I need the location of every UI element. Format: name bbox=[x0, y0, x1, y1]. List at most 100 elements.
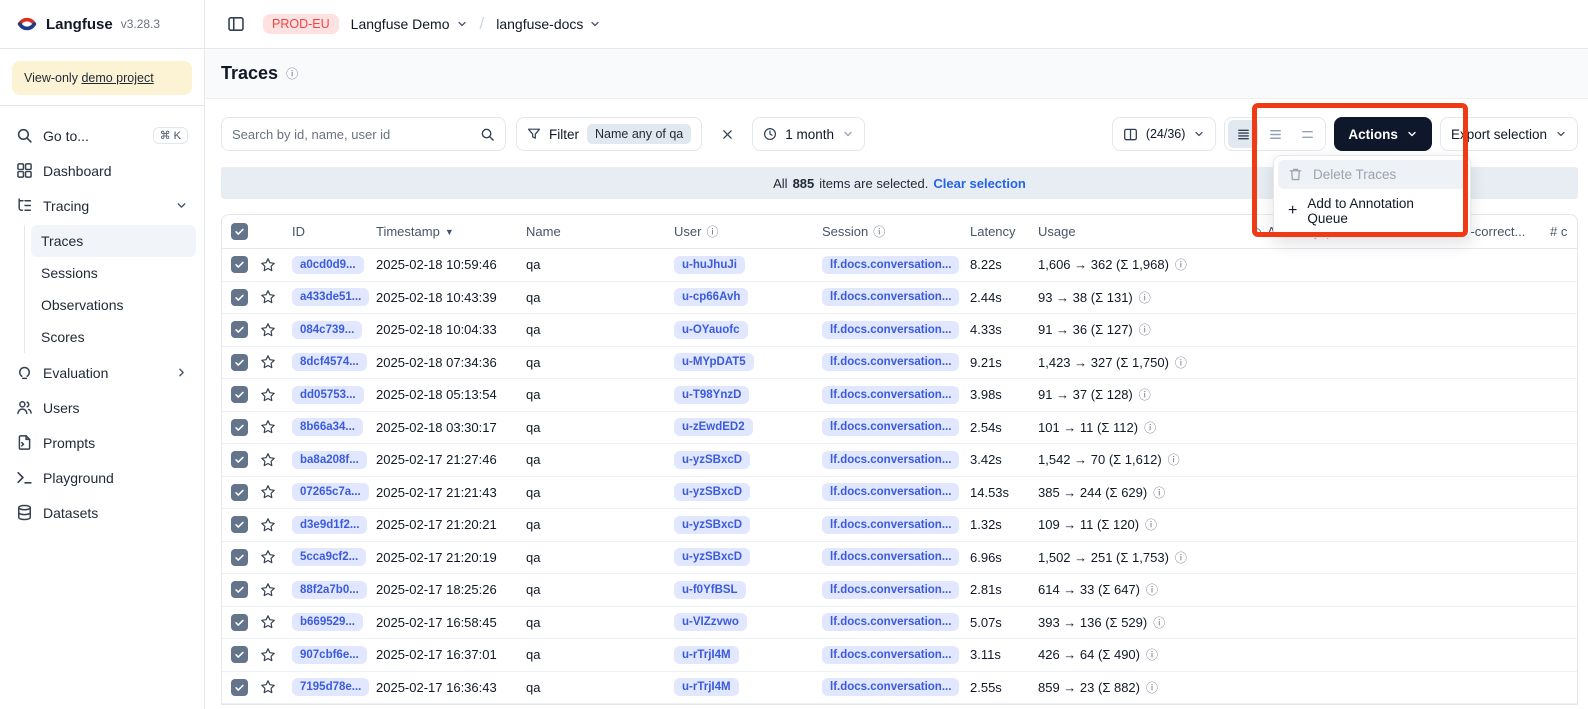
row-checkbox[interactable] bbox=[222, 581, 260, 598]
session-badge[interactable]: lf.docs.conversation... bbox=[822, 288, 959, 306]
sidebar-item-evaluation[interactable]: Evaluation bbox=[8, 355, 196, 390]
menu-item-add-to-annotation-queue[interactable]: + Add to Annotation Queue bbox=[1278, 189, 1466, 233]
user-badge[interactable]: u-f0YfBSL bbox=[674, 581, 746, 599]
row-height-large-button[interactable] bbox=[1292, 120, 1322, 148]
search-icon[interactable] bbox=[480, 127, 495, 142]
user-badge[interactable]: u-cp66Avh bbox=[674, 288, 748, 306]
search-input[interactable] bbox=[232, 127, 462, 142]
header-user[interactable]: User ⓘ bbox=[674, 223, 822, 240]
header-name[interactable]: Name bbox=[526, 224, 674, 239]
row-checkbox[interactable] bbox=[222, 451, 260, 468]
table-row[interactable]: a433de51...2025-02-18 10:43:39qau-cp66Av… bbox=[222, 282, 1577, 315]
trace-id-badge[interactable]: 907cbf6e... bbox=[292, 646, 367, 664]
user-badge[interactable]: u-yzSBxcD bbox=[674, 483, 750, 501]
table-row[interactable]: 8b66a34...2025-02-18 03:30:17qau-zEwdED2… bbox=[222, 412, 1577, 445]
project-selector[interactable]: langfuse-docs bbox=[496, 16, 601, 32]
sidebar-toggle-button[interactable] bbox=[221, 9, 251, 39]
row-checkbox[interactable] bbox=[222, 354, 260, 371]
trace-id-badge[interactable]: 8dcf4574... bbox=[292, 353, 367, 371]
table-row[interactable]: d3e9d1f2...2025-02-17 21:20:21qau-yzSBxc… bbox=[222, 509, 1577, 542]
user-badge[interactable]: u-T98YnzD bbox=[674, 386, 749, 404]
header-session[interactable]: Session ⓘ bbox=[822, 223, 970, 240]
demo-project-link[interactable]: demo project bbox=[81, 71, 153, 85]
sidebar-item-dashboard[interactable]: Dashboard bbox=[8, 153, 196, 188]
table-row[interactable]: 907cbf6e...2025-02-17 16:37:01qau-rTrjI4… bbox=[222, 639, 1577, 672]
org-selector[interactable]: Langfuse Demo bbox=[351, 16, 468, 32]
session-badge[interactable]: lf.docs.conversation... bbox=[822, 256, 959, 274]
user-badge[interactable]: u-yzSBxcD bbox=[674, 516, 750, 534]
header-id[interactable]: ID bbox=[292, 224, 376, 239]
table-row[interactable]: 084c739...2025-02-18 10:04:33qau-OYauofc… bbox=[222, 314, 1577, 347]
table-row[interactable]: a0cd0d9...2025-02-18 10:59:46qau-huJhuJi… bbox=[222, 249, 1577, 282]
sidebar-item-datasets[interactable]: Datasets bbox=[8, 495, 196, 530]
session-badge[interactable]: lf.docs.conversation... bbox=[822, 451, 959, 469]
bookmark-star-button[interactable] bbox=[260, 257, 292, 273]
trace-id-badge[interactable]: 88f2a7b0... bbox=[292, 581, 367, 599]
timerange-selector[interactable]: 1 month bbox=[752, 117, 865, 151]
header-usage[interactable]: Usage bbox=[1038, 224, 1252, 239]
user-badge[interactable]: u-VIZzvwo bbox=[674, 613, 747, 631]
session-badge[interactable]: lf.docs.conversation... bbox=[822, 646, 959, 664]
bookmark-star-button[interactable] bbox=[260, 452, 292, 468]
row-height-small-button[interactable] bbox=[1228, 120, 1258, 148]
row-checkbox[interactable] bbox=[222, 419, 260, 436]
session-badge[interactable]: lf.docs.conversation... bbox=[822, 353, 959, 371]
bookmark-star-button[interactable] bbox=[260, 517, 292, 533]
bookmark-star-button[interactable] bbox=[260, 549, 292, 565]
bookmark-star-button[interactable] bbox=[260, 419, 292, 435]
header-latency[interactable]: Latency bbox=[970, 224, 1038, 239]
row-checkbox[interactable] bbox=[222, 646, 260, 663]
user-badge[interactable]: u-rTrjI4M bbox=[674, 646, 739, 664]
session-badge[interactable]: lf.docs.conversation... bbox=[822, 321, 959, 339]
user-badge[interactable]: u-rTrjI4M bbox=[674, 678, 739, 696]
table-row[interactable]: 7195d78e...2025-02-17 16:36:43qau-rTrjI4… bbox=[222, 672, 1577, 705]
trace-id-badge[interactable]: dd05753... bbox=[292, 386, 364, 404]
bookmark-star-button[interactable] bbox=[260, 582, 292, 598]
header-truncated-column[interactable]: # c bbox=[1550, 224, 1577, 239]
sidebar-item-playground[interactable]: Playground bbox=[8, 460, 196, 495]
trace-id-badge[interactable]: b669529... bbox=[292, 613, 363, 631]
trace-id-badge[interactable]: 7195d78e... bbox=[292, 678, 369, 696]
session-badge[interactable]: lf.docs.conversation... bbox=[822, 581, 959, 599]
clear-selection-link[interactable]: Clear selection bbox=[933, 176, 1026, 191]
trace-id-badge[interactable]: 07265c7a... bbox=[292, 483, 369, 501]
row-checkbox[interactable] bbox=[222, 614, 260, 631]
trace-id-badge[interactable]: 8b66a34... bbox=[292, 418, 363, 436]
trace-id-badge[interactable]: a0cd0d9... bbox=[292, 256, 364, 274]
sidebar-item-tracing[interactable]: Tracing bbox=[8, 188, 196, 223]
session-badge[interactable]: lf.docs.conversation... bbox=[822, 483, 959, 501]
row-checkbox[interactable] bbox=[222, 679, 260, 696]
user-badge[interactable]: u-yzSBxcD bbox=[674, 451, 750, 469]
bookmark-star-button[interactable] bbox=[260, 387, 292, 403]
actions-button[interactable]: Actions bbox=[1334, 117, 1432, 151]
bookmark-star-button[interactable] bbox=[260, 484, 292, 500]
trace-id-badge[interactable]: a433de51... bbox=[292, 288, 369, 306]
sidebar-item-users[interactable]: Users bbox=[8, 390, 196, 425]
user-badge[interactable]: u-yzSBxcD bbox=[674, 548, 750, 566]
session-badge[interactable]: lf.docs.conversation... bbox=[822, 678, 959, 696]
sidebar-item-traces[interactable]: Traces bbox=[31, 225, 196, 257]
user-badge[interactable]: u-OYauofc bbox=[674, 321, 748, 339]
clear-filter-button[interactable] bbox=[712, 119, 742, 149]
table-row[interactable]: b669529...2025-02-17 16:58:45qau-VIZzvwo… bbox=[222, 607, 1577, 640]
bookmark-star-button[interactable] bbox=[260, 354, 292, 370]
menu-item-delete-traces[interactable]: Delete Traces bbox=[1278, 160, 1466, 189]
bookmark-star-button[interactable] bbox=[260, 289, 292, 305]
header-timestamp[interactable]: Timestamp ▼ bbox=[376, 224, 526, 239]
trace-id-badge[interactable]: d3e9d1f2... bbox=[292, 516, 367, 534]
row-height-medium-button[interactable] bbox=[1260, 120, 1290, 148]
sidebar-item-goto[interactable]: Go to... ⌘ K bbox=[8, 118, 196, 153]
row-checkbox[interactable] bbox=[222, 484, 260, 501]
filter-button[interactable]: Filter Name any of qa bbox=[516, 117, 702, 151]
trace-id-badge[interactable]: 5cca9cf2... bbox=[292, 548, 366, 566]
row-checkbox[interactable] bbox=[222, 516, 260, 533]
table-row[interactable]: 5cca9cf2...2025-02-17 21:20:19qau-yzSBxc… bbox=[222, 542, 1577, 575]
table-row[interactable]: dd05753...2025-02-18 05:13:54qau-T98YnzD… bbox=[222, 379, 1577, 412]
sidebar-item-scores[interactable]: Scores bbox=[31, 321, 196, 353]
session-badge[interactable]: lf.docs.conversation... bbox=[822, 386, 959, 404]
user-badge[interactable]: u-zEwdED2 bbox=[674, 418, 753, 436]
table-row[interactable]: ba8a208f...2025-02-17 21:27:46qau-yzSBxc… bbox=[222, 444, 1577, 477]
session-badge[interactable]: lf.docs.conversation... bbox=[822, 516, 959, 534]
row-checkbox[interactable] bbox=[222, 289, 260, 306]
session-badge[interactable]: lf.docs.conversation... bbox=[822, 418, 959, 436]
